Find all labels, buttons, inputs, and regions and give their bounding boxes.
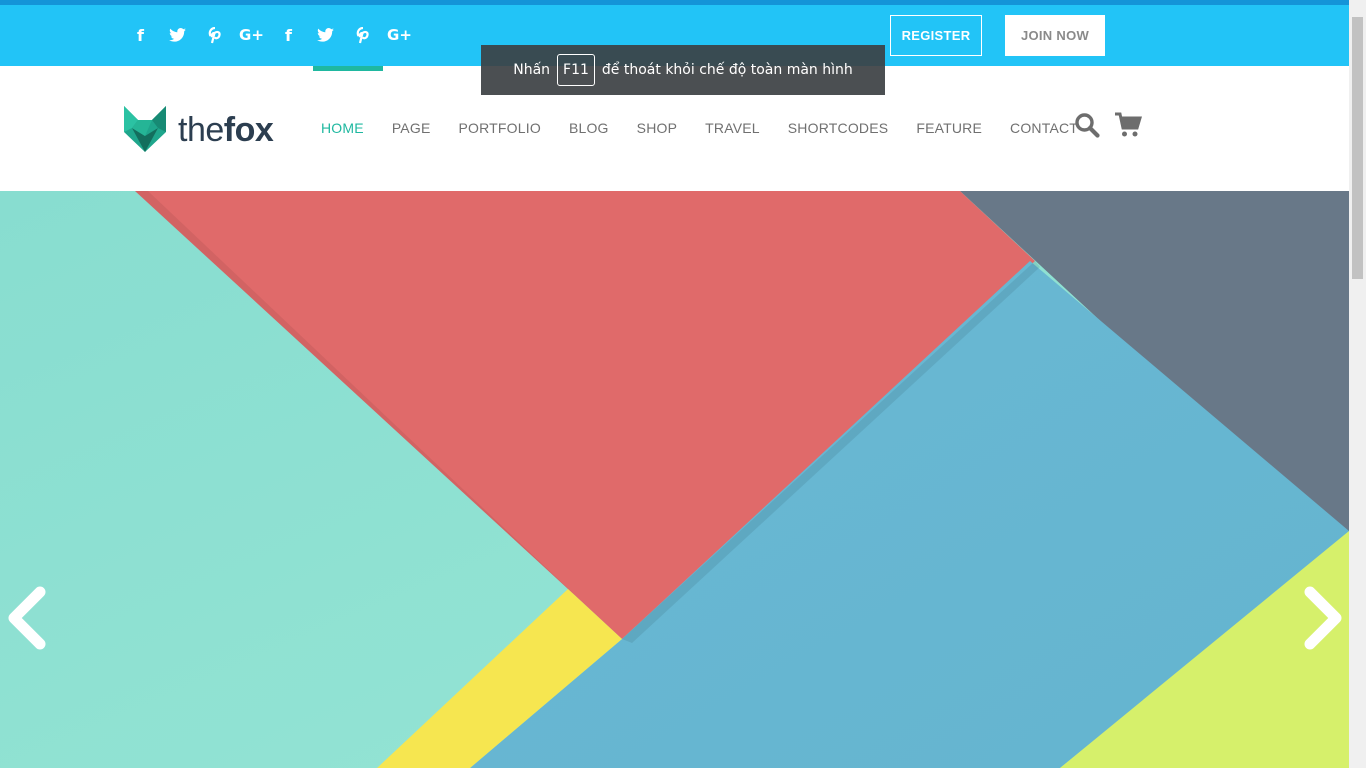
- facebook-icon[interactable]: f: [122, 23, 159, 47]
- pinterest-icon[interactable]: [196, 23, 233, 47]
- logo-text-light: the: [178, 110, 224, 149]
- nav-item-home[interactable]: HOME: [307, 120, 378, 136]
- fullscreen-notice: Nhấn F11 để thoát khỏi chế độ toàn màn h…: [481, 45, 885, 95]
- twitter-icon[interactable]: [159, 23, 196, 47]
- logo-text-bold: fox: [223, 110, 274, 149]
- social-links: f G+ f G+: [122, 23, 418, 47]
- nav-item-travel[interactable]: TRAVEL: [691, 120, 774, 136]
- nav-item-shop[interactable]: SHOP: [623, 120, 691, 136]
- nav-item-blog[interactable]: BLOG: [555, 120, 623, 136]
- page-scrollbar[interactable]: [1349, 0, 1366, 768]
- nav-item-shortcodes[interactable]: SHORTCODES: [774, 120, 903, 136]
- google-plus-icon[interactable]: G+: [381, 23, 418, 47]
- register-button[interactable]: REGISTER: [890, 15, 982, 56]
- nav-item-portfolio[interactable]: PORTFOLIO: [444, 120, 554, 136]
- join-now-button[interactable]: JOIN NOW: [1005, 15, 1105, 56]
- fullscreen-notice-suffix: để thoát khỏi chế độ toàn màn hình: [601, 62, 853, 78]
- google-plus-icon[interactable]: G+: [233, 23, 270, 47]
- active-nav-indicator: [313, 66, 383, 71]
- logo-text: thefox: [178, 110, 274, 150]
- main-nav: HOME PAGE PORTFOLIO BLOG SHOP TRAVEL SHO…: [307, 120, 1092, 136]
- scrollbar-thumb[interactable]: [1352, 17, 1363, 279]
- fullscreen-notice-prefix: Nhấn: [513, 62, 551, 78]
- cart-icon[interactable]: [1114, 112, 1143, 143]
- twitter-icon[interactable]: [307, 23, 344, 47]
- nav-item-feature[interactable]: FEATURE: [902, 120, 996, 136]
- nav-item-page[interactable]: PAGE: [378, 120, 445, 136]
- hero-background: [0, 191, 1349, 768]
- site-logo[interactable]: thefox: [122, 106, 274, 154]
- f11-key-badge: F11: [557, 54, 595, 86]
- chevron-left-icon: [8, 586, 46, 650]
- facebook-icon[interactable]: f: [270, 23, 307, 47]
- search-icon[interactable]: [1074, 112, 1100, 143]
- chevron-right-icon: [1304, 586, 1342, 650]
- hero-slider: [0, 191, 1349, 768]
- fox-logo-icon: [124, 106, 166, 152]
- pinterest-icon[interactable]: [344, 23, 381, 47]
